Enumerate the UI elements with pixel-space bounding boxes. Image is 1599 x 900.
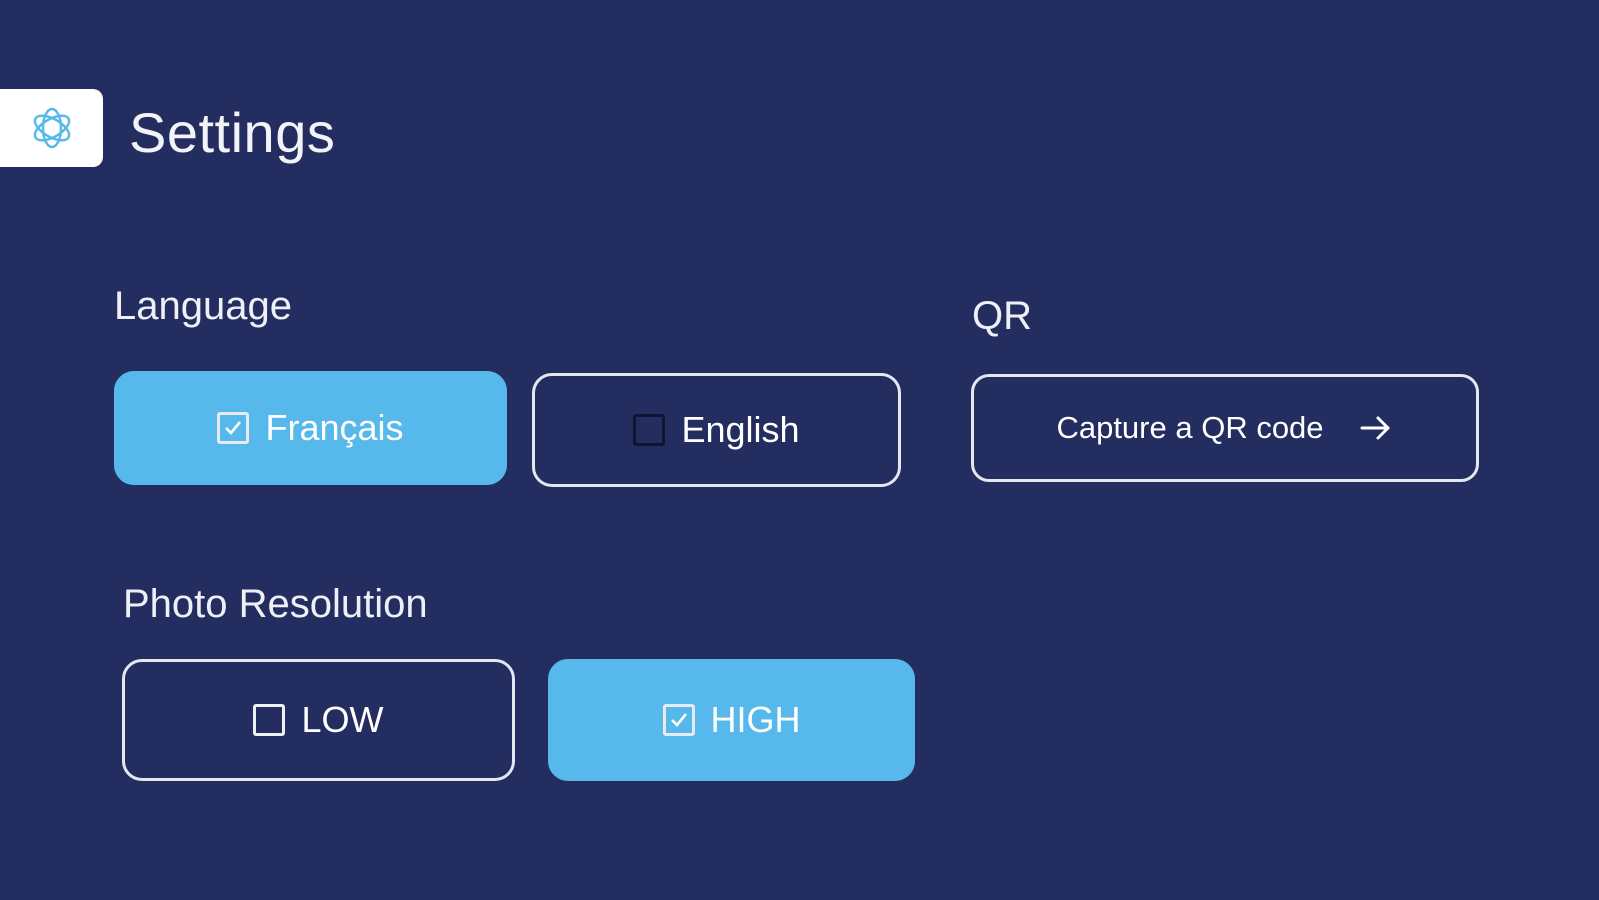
resolution-option-high[interactable]: HIGH xyxy=(548,659,915,781)
qr-label: QR xyxy=(972,294,1032,338)
language-option-label: Français xyxy=(265,407,404,448)
settings-icon-tab[interactable] xyxy=(0,89,103,167)
unchecked-checkbox-icon xyxy=(633,414,666,446)
checked-checkbox-icon xyxy=(662,704,695,736)
language-label: Language xyxy=(114,284,292,328)
resolution-option-label: LOW xyxy=(301,699,384,740)
settings-flower-icon xyxy=(33,107,70,149)
checked-checkbox-icon xyxy=(217,412,250,444)
capture-qr-button-label: Capture a QR code xyxy=(1056,410,1324,445)
language-option-english[interactable]: English xyxy=(532,373,901,487)
resolution-option-low[interactable]: LOW xyxy=(122,659,515,781)
capture-qr-button[interactable]: Capture a QR code xyxy=(971,374,1479,482)
language-option-label: English xyxy=(681,409,800,450)
language-option-francais[interactable]: Français xyxy=(114,371,507,485)
unchecked-checkbox-icon xyxy=(253,704,286,736)
settings-screen: Settings Language Français English QR Ca… xyxy=(0,0,1599,900)
arrow-right-icon xyxy=(1360,416,1390,440)
page-title: Settings xyxy=(129,101,336,164)
photo-resolution-label: Photo Resolution xyxy=(123,582,428,626)
resolution-option-label: HIGH xyxy=(710,699,801,740)
